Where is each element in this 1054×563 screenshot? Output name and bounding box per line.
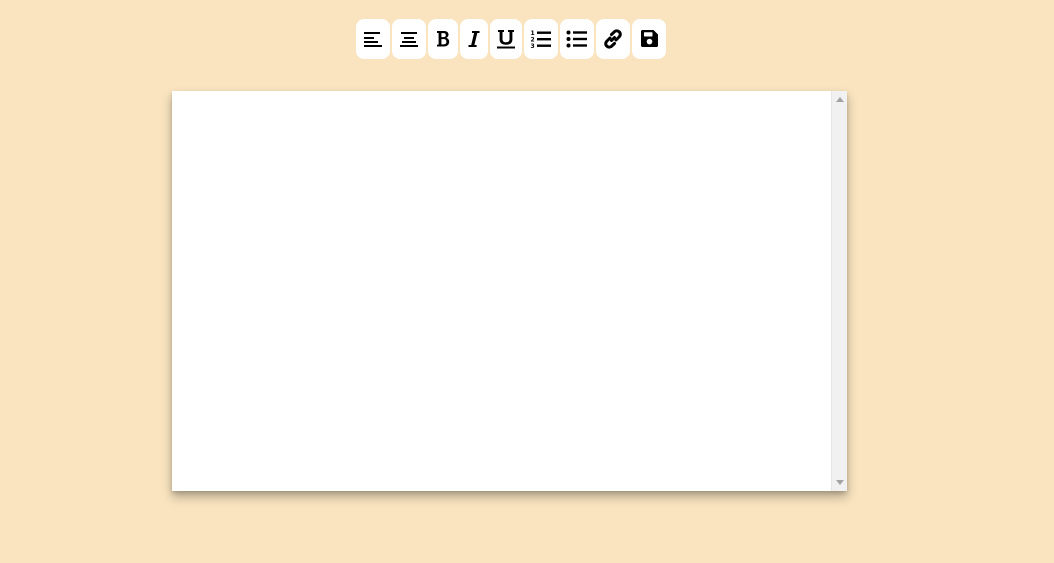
bold-button[interactable] bbox=[428, 19, 458, 59]
ordered-list-icon: 1 2 3 bbox=[531, 30, 551, 49]
italic-button[interactable] bbox=[460, 19, 488, 59]
editor-content-area[interactable] bbox=[172, 91, 831, 491]
scroll-up-arrow-icon[interactable] bbox=[836, 97, 844, 102]
link-button[interactable] bbox=[596, 19, 630, 59]
link-icon bbox=[604, 29, 622, 49]
align-left-icon bbox=[364, 32, 382, 47]
align-left-button[interactable] bbox=[356, 19, 390, 59]
italic-icon bbox=[468, 31, 480, 47]
bold-icon bbox=[437, 31, 450, 47]
align-center-icon bbox=[400, 32, 418, 47]
svg-text:3: 3 bbox=[531, 43, 535, 49]
save-button[interactable] bbox=[632, 19, 666, 59]
unordered-list-button[interactable] bbox=[560, 19, 594, 59]
vertical-scrollbar[interactable] bbox=[831, 91, 847, 491]
text-editor bbox=[172, 91, 847, 491]
formatting-toolbar: 1 2 3 bbox=[356, 18, 666, 60]
unordered-list-icon bbox=[566, 30, 587, 48]
underline-icon bbox=[497, 30, 515, 49]
ordered-list-button[interactable]: 1 2 3 bbox=[524, 19, 558, 59]
scroll-down-arrow-icon[interactable] bbox=[836, 480, 844, 485]
align-center-button[interactable] bbox=[392, 19, 426, 59]
underline-button[interactable] bbox=[490, 19, 522, 59]
save-icon bbox=[641, 30, 658, 47]
